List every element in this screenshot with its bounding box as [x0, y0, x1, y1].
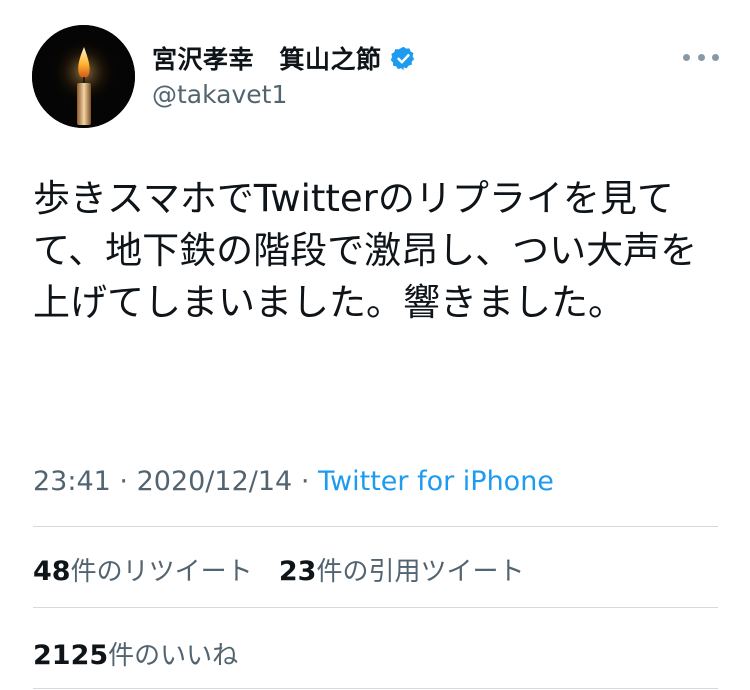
tweet-text: 歩きスマホでTwitterのリプライを見てて、地下鉄の階段で激昂し、つい大声を上… [33, 177, 698, 324]
divider [33, 526, 718, 527]
more-dot [712, 53, 719, 61]
retweets-stat[interactable]: 48件のリツイート [33, 556, 253, 587]
avatar[interactable] [32, 25, 135, 128]
divider [33, 607, 718, 608]
user-handle[interactable]: @takavet1 [152, 80, 287, 109]
tweet-source-link[interactable]: Twitter for iPhone [318, 466, 554, 497]
more-dot [697, 53, 705, 61]
more-options-button[interactable] [683, 48, 719, 66]
tweet-date[interactable]: 2020/12/14 [137, 466, 293, 497]
display-name[interactable]: 宮沢孝幸 箕山之節 [152, 40, 382, 76]
tweet-time[interactable]: 23:41 [33, 466, 111, 497]
more-horizontal-icon [683, 53, 690, 61]
author-name-row[interactable]: 宮沢孝幸 箕山之節 [152, 38, 417, 78]
engagement-row: 48件のリツイート 23件の引用ツイート [33, 551, 524, 588]
divider [33, 688, 718, 689]
likes-label: 件のいいね [108, 641, 239, 671]
verified-badge-icon [390, 45, 417, 72]
quote-tweets-stat[interactable]: 23件の引用ツイート [278, 556, 525, 587]
likes-row: 2125件のいいね [33, 635, 238, 672]
quote-tweets-label: 件の引用ツイート [316, 557, 525, 587]
likes-stat[interactable]: 2125件のいいね [33, 640, 239, 671]
meta-separator: · [119, 466, 128, 497]
tweet-meta: 23:41 · 2020/12/14 · Twitter for iPhone [33, 466, 554, 497]
candle-icon [32, 25, 135, 128]
tweet-detail: 宮沢孝幸 箕山之節 @takavet1 歩きスマホでTwitterのリプライを見… [0, 0, 750, 690]
retweets-count: 48 [33, 556, 71, 587]
likes-count: 2125 [33, 640, 109, 671]
retweets-label: 件のリツイート [70, 557, 253, 587]
meta-separator: · [300, 466, 310, 497]
quote-tweets-count: 23 [278, 556, 317, 587]
